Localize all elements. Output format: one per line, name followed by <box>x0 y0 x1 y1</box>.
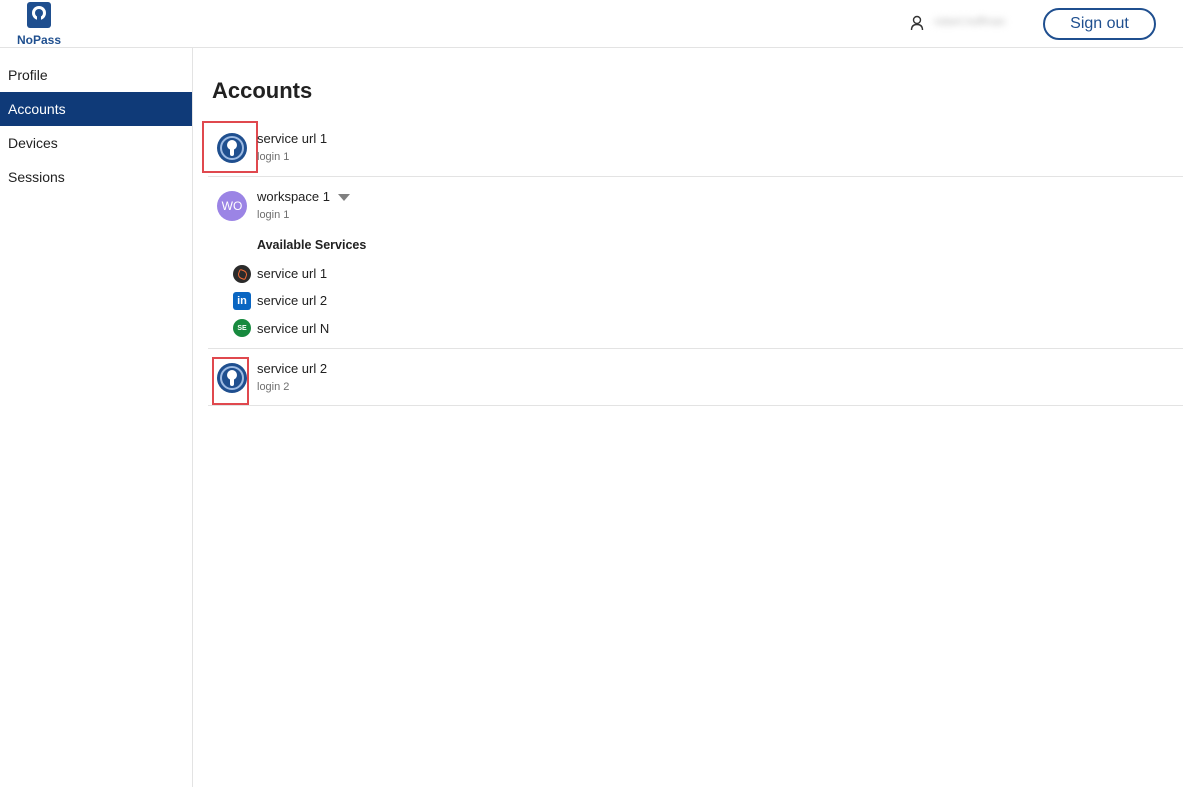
workspace-title[interactable]: workspace 1 <box>257 189 330 204</box>
available-services-heading: Available Services <box>257 238 367 252</box>
sidebar-item-devices[interactable]: Devices <box>0 126 192 160</box>
chevron-down-icon[interactable] <box>338 194 350 201</box>
page-title: Accounts <box>212 78 313 103</box>
linkedin-icon: in <box>233 292 251 310</box>
nopass-logo-icon <box>27 2 51 28</box>
sidebar: Profile Accounts Devices Sessions <box>0 48 193 787</box>
service-dark-icon <box>233 265 251 283</box>
account-title[interactable]: service url 2 <box>257 361 327 376</box>
account-title[interactable]: service url 1 <box>257 131 327 146</box>
divider <box>208 348 1183 349</box>
sidebar-item-accounts[interactable]: Accounts <box>0 92 192 126</box>
nopass-logo[interactable]: NoPass <box>12 2 66 47</box>
nopass-key-icon <box>217 133 247 163</box>
workspace-avatar: WO <box>217 191 247 221</box>
account-login: login 2 <box>257 381 290 393</box>
service-item[interactable]: service url N <box>257 321 329 336</box>
service-item[interactable]: service url 2 <box>257 293 327 308</box>
service-item[interactable]: service url 1 <box>257 266 327 281</box>
top-header: NoPass robert.hoffman Sign out <box>0 0 1183 48</box>
nopass-key-icon <box>217 363 247 393</box>
sign-out-button[interactable]: Sign out <box>1043 8 1156 40</box>
sidebar-item-profile[interactable]: Profile <box>0 58 192 92</box>
account-login: login 1 <box>257 151 290 163</box>
user-icon <box>910 15 924 31</box>
sidebar-item-sessions[interactable]: Sessions <box>0 160 192 194</box>
divider <box>208 405 1183 406</box>
workspace-login: login 1 <box>257 209 290 221</box>
logo-text: NoPass <box>16 33 62 47</box>
se-icon: SE <box>233 319 251 337</box>
user-name: robert.hoffman <box>934 16 1006 28</box>
divider <box>208 176 1183 177</box>
